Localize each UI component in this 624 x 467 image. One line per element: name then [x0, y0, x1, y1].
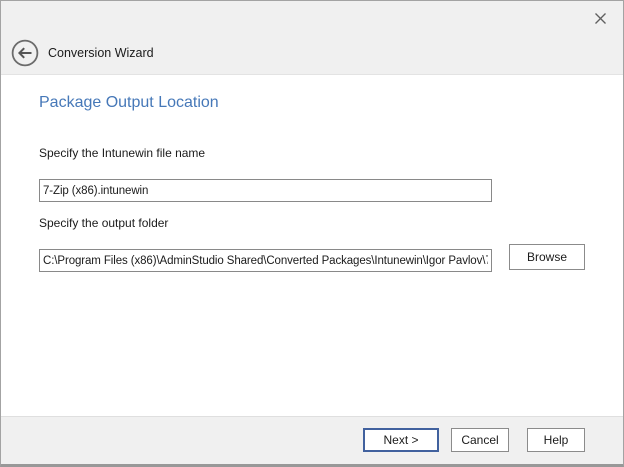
back-arrow-icon: [11, 39, 39, 67]
output-folder-input[interactable]: [39, 249, 492, 272]
help-button[interactable]: Help: [527, 428, 585, 452]
intunewin-filename-label: Specify the Intunewin file name: [39, 146, 205, 160]
cancel-button[interactable]: Cancel: [451, 428, 509, 452]
help-button-label: Help: [544, 433, 569, 447]
close-icon: [594, 12, 607, 25]
output-folder-label: Specify the output folder: [39, 216, 168, 230]
wizard-title: Conversion Wizard: [48, 46, 154, 60]
conversion-wizard-window: Conversion Wizard Package Output Locatio…: [0, 0, 624, 467]
browse-button-label: Browse: [527, 250, 567, 264]
intunewin-filename-input[interactable]: [39, 179, 492, 202]
wizard-page-content: Package Output Location Specify the Intu…: [1, 76, 623, 416]
browse-button[interactable]: Browse: [509, 244, 585, 270]
wizard-footer: Next > Cancel Help: [1, 416, 623, 464]
wizard-header: Conversion Wizard: [1, 1, 623, 75]
next-button-label: Next >: [383, 433, 418, 447]
back-button[interactable]: [11, 39, 39, 67]
next-button[interactable]: Next >: [363, 428, 439, 452]
wizard-title-row: Conversion Wizard: [11, 39, 154, 67]
close-button[interactable]: [589, 7, 611, 29]
page-title: Package Output Location: [39, 94, 219, 112]
cancel-button-label: Cancel: [461, 433, 498, 447]
